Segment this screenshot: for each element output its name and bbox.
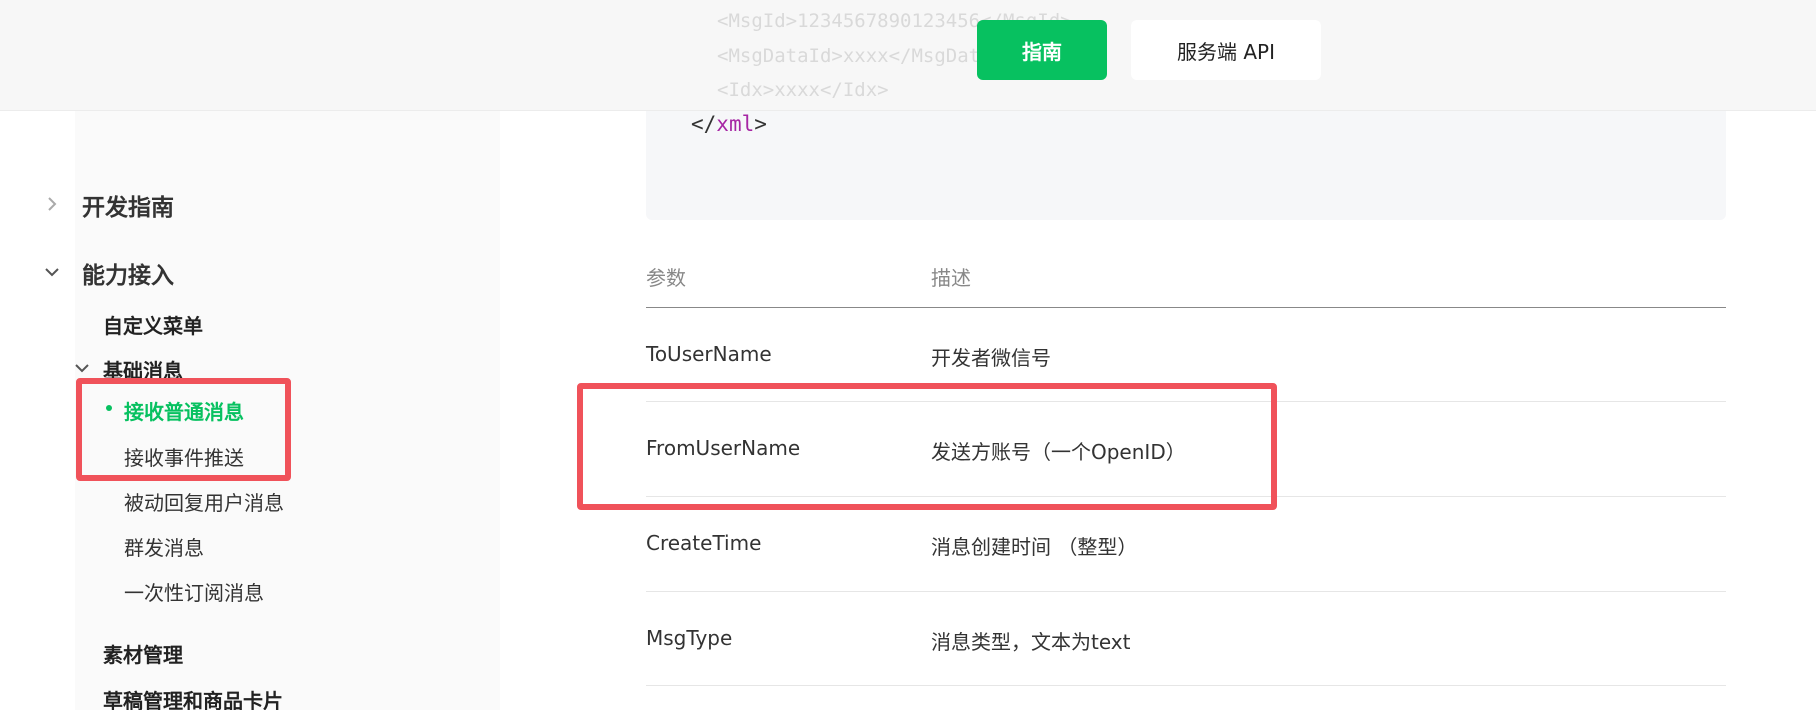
- chevron-down-icon[interactable]: [40, 260, 64, 284]
- table-cell-desc: 消息创建时间 （整型）: [931, 535, 1138, 559]
- sidebar-item-drafts[interactable]: 草稿管理和商品卡片: [103, 685, 283, 710]
- sidebar-item-custom-menu[interactable]: 自定义菜单: [103, 310, 203, 339]
- chevron-down-icon[interactable]: [70, 356, 94, 380]
- sidebar-item-capabilities[interactable]: 能力接入: [82, 256, 174, 290]
- page-root: </xml> <MsgId>1234567890123456</MsgId> <…: [0, 0, 1816, 710]
- sidebar-item-passive-reply[interactable]: 被动回复用户消息: [124, 487, 284, 516]
- highlight-box-table-row: [577, 383, 1277, 510]
- code-tag-name: xml: [716, 112, 755, 136]
- chevron-right-icon[interactable]: [40, 192, 64, 216]
- code-token: >: [754, 112, 767, 136]
- table-row-divider: [646, 591, 1726, 592]
- table-cell-desc: 开发者微信号: [931, 346, 1051, 370]
- column-header-desc: 描述: [931, 266, 971, 290]
- highlight-box-sidebar: [76, 378, 291, 481]
- table-cell-param: MsgType: [646, 626, 733, 650]
- table-cell-desc: 消息类型，文本为text: [931, 630, 1131, 654]
- sidebar-item-materials[interactable]: 素材管理: [103, 639, 183, 668]
- table-row-divider: [646, 685, 1726, 686]
- table-cell-param: ToUserName: [646, 342, 772, 366]
- code-line-faded: <Idx>xxxx</Idx>: [717, 79, 889, 101]
- sidebar-item-mass-send[interactable]: 群发消息: [124, 532, 204, 561]
- server-api-button[interactable]: 服务端 API: [1131, 20, 1321, 80]
- table-header-divider: [646, 307, 1726, 308]
- sidebar-item-one-time-subscribe[interactable]: 一次性订阅消息: [124, 577, 264, 606]
- code-token: </: [691, 112, 717, 136]
- table-cell-param: CreateTime: [646, 531, 762, 555]
- code-closing-line: </xml>: [691, 112, 767, 136]
- sidebar-item-dev-guide[interactable]: 开发指南: [82, 188, 174, 222]
- guide-button[interactable]: 指南: [977, 20, 1107, 80]
- column-header-param: 参数: [646, 266, 686, 290]
